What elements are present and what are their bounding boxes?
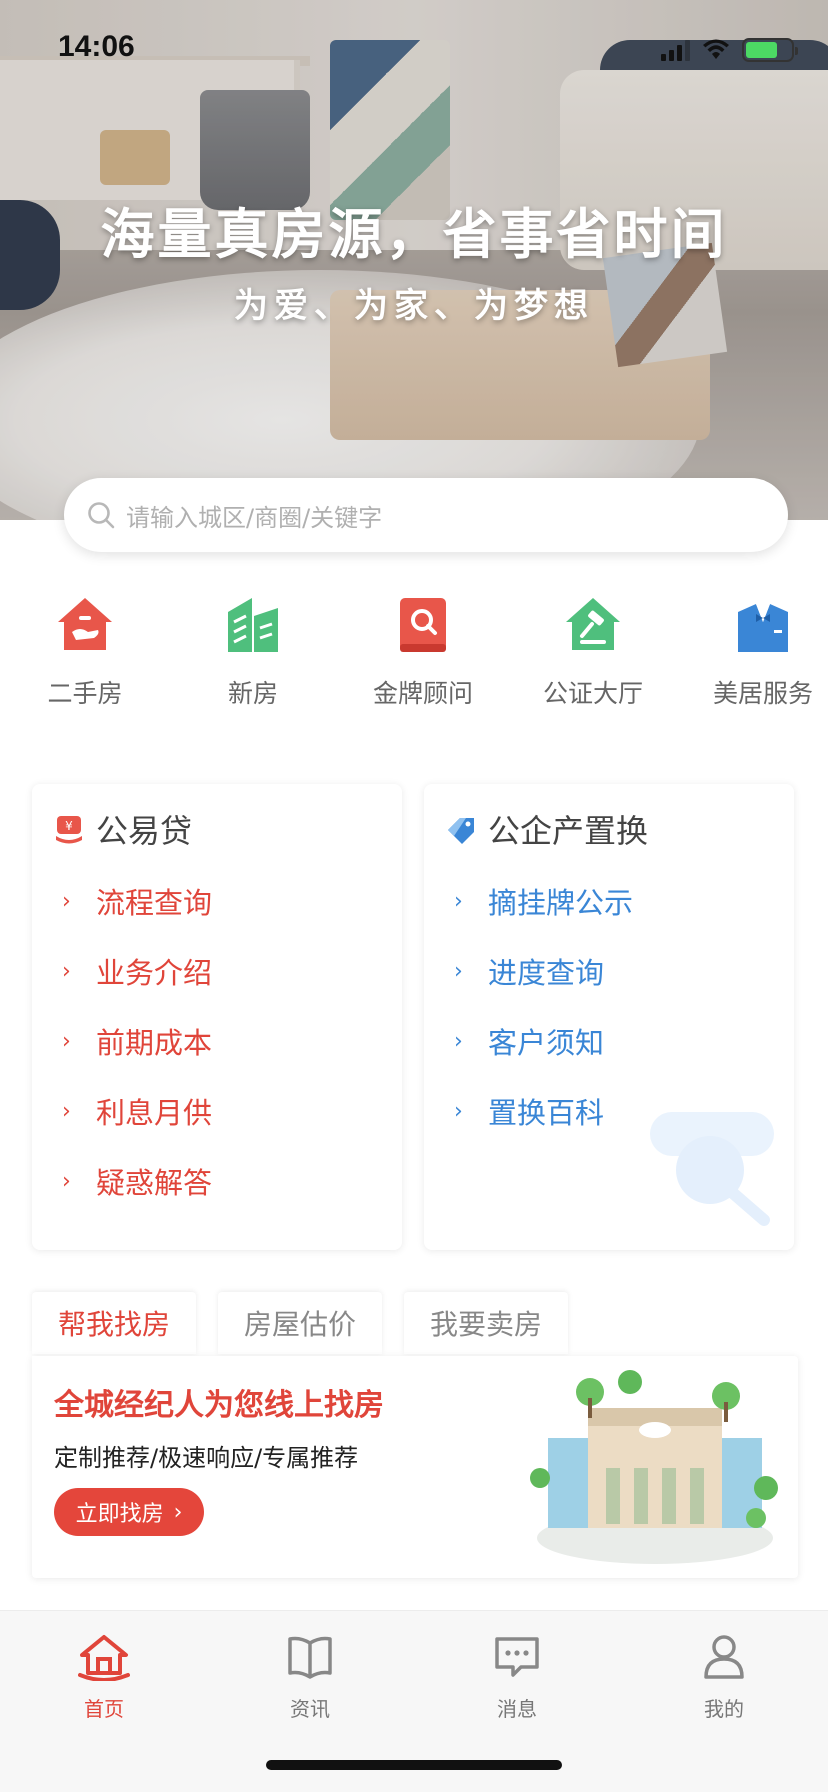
link-label: 业务介绍: [96, 956, 213, 990]
exchange-link-wiki[interactable]: › 置换百科: [454, 1076, 633, 1146]
service-tabs: 帮我找房 房屋估价 我要卖房: [32, 1292, 568, 1354]
wifi-icon: [703, 39, 729, 59]
category-label: 美居服务: [712, 679, 813, 708]
loan-link-intro[interactable]: › 业务介绍: [62, 936, 212, 1006]
book-search-icon: [400, 598, 446, 652]
loan-card-title: 公易贷: [96, 812, 193, 850]
link-label: 疑惑解答: [96, 1166, 213, 1200]
exchange-card: 公企产置换 › 摘挂牌公示 › 进度查询 › 客户须知 › 置换百科: [424, 784, 794, 1250]
chevron-right-icon: ›: [173, 1499, 183, 1525]
chevron-right-icon: ›: [62, 1028, 71, 1054]
find-now-button[interactable]: 立即找房 ›: [54, 1488, 204, 1536]
status-bar: 14:06: [0, 0, 828, 96]
link-label: 前期成本: [96, 1026, 213, 1060]
exchange-link-list: › 摘挂牌公示 › 进度查询 › 客户须知 › 置换百科: [454, 866, 633, 1146]
link-label: 利息月供: [96, 1096, 213, 1130]
exchange-card-header: 公企产置换: [446, 806, 648, 852]
loan-link-cost[interactable]: › 前期成本: [62, 1006, 212, 1076]
chevron-right-icon: ›: [454, 1028, 463, 1054]
exchange-card-title: 公企产置换: [488, 812, 649, 850]
money-hand-icon: ¥: [56, 816, 82, 844]
gavel-house-icon: [566, 598, 620, 650]
exchange-link-listing[interactable]: › 摘挂牌公示: [454, 866, 633, 936]
buildings-icon: [228, 598, 278, 652]
chevron-right-icon: ›: [62, 958, 71, 984]
link-label: 摘挂牌公示: [488, 886, 634, 920]
chevron-right-icon: ›: [454, 1098, 463, 1124]
banner-title: 海量真房源，省事省时间: [100, 203, 728, 266]
tab-valuation[interactable]: 房屋估价: [218, 1292, 382, 1354]
tab-profile[interactable]: 我的: [664, 1633, 784, 1722]
tab-profile-label: 我的: [704, 1697, 744, 1721]
building-illustration: [530, 1370, 778, 1564]
category-label: 公证大厅: [542, 679, 643, 708]
category-label: 金牌顾问: [372, 679, 473, 708]
category-second-hand[interactable]: 二手房: [0, 594, 170, 710]
message-icon: [495, 1637, 539, 1677]
category-home-service[interactable]: 美居服务: [678, 594, 828, 710]
category-nav: 二手房 新房 金牌顾问 公证大厅 美居服务: [0, 594, 828, 724]
house-hand-icon: [58, 598, 112, 650]
search-bar[interactable]: 请输入城区/商圈/关键字: [64, 478, 788, 552]
tab-news-label: 资讯: [290, 1697, 330, 1721]
link-label: 流程查询: [96, 886, 213, 920]
loan-card: ¥ 公易贷 › 流程查询 › 业务介绍 › 前期成本 › 利息月供 › 疑惑解答: [32, 784, 402, 1250]
loan-link-faq[interactable]: › 疑惑解答: [62, 1146, 212, 1216]
category-gold-advisor[interactable]: 金牌顾问: [338, 594, 508, 710]
banner-subtitle: 为爱、为家、为梦想: [234, 286, 594, 326]
category-new-house[interactable]: 新房: [168, 594, 338, 710]
tab-messages[interactable]: 消息: [457, 1633, 577, 1722]
find-now-label: 立即找房: [75, 1502, 164, 1527]
chevron-right-icon: ›: [454, 888, 463, 914]
status-time: 14:06: [58, 30, 135, 63]
battery-icon: [742, 38, 798, 62]
tab-home[interactable]: 首页: [44, 1633, 164, 1722]
loan-link-interest[interactable]: › 利息月供: [62, 1076, 212, 1146]
status-icons: [661, 36, 798, 64]
find-headline: 全城经纪人为您线上找房: [54, 1388, 384, 1423]
search-icon: [88, 502, 115, 529]
chevron-right-icon: ›: [62, 1168, 71, 1194]
loan-card-header: ¥ 公易贷: [54, 806, 192, 852]
svg-text:¥: ¥: [65, 819, 73, 833]
category-notary-hall[interactable]: 公证大厅: [508, 594, 678, 710]
loan-link-list: › 流程查询 › 业务介绍 › 前期成本 › 利息月供 › 疑惑解答: [62, 866, 212, 1216]
book-icon: [288, 1636, 332, 1679]
category-label: 新房: [227, 679, 278, 708]
category-label: 二手房: [47, 679, 123, 708]
tab-home-label: 首页: [84, 1697, 124, 1721]
find-house-panel: 全城经纪人为您线上找房 定制推荐/极速响应/专属推荐 立即找房 ›: [32, 1356, 798, 1578]
chevron-right-icon: ›: [62, 1098, 71, 1124]
suit-bowtie-icon: [738, 604, 788, 652]
exchange-link-progress[interactable]: › 进度查询: [454, 936, 633, 1006]
exchange-link-notice[interactable]: › 客户须知: [454, 1006, 633, 1076]
cellular-signal-icon: [661, 39, 690, 61]
tag-icon: [448, 818, 474, 844]
home-indicator: [266, 1760, 562, 1770]
tab-find-house[interactable]: 帮我找房: [32, 1292, 196, 1354]
search-placeholder: 请输入城区/商圈/关键字: [126, 503, 383, 532]
user-icon: [704, 1635, 744, 1679]
link-label: 客户须知: [488, 1026, 605, 1060]
find-description: 定制推荐/极速响应/专属推荐: [54, 1444, 359, 1472]
loan-link-process[interactable]: › 流程查询: [62, 866, 212, 936]
tab-sell-house[interactable]: 我要卖房: [404, 1292, 568, 1354]
link-label: 置换百科: [488, 1096, 605, 1130]
tab-messages-label: 消息: [497, 1697, 537, 1721]
link-label: 进度查询: [488, 956, 605, 990]
tab-news[interactable]: 资讯: [250, 1633, 370, 1722]
magnifier-decoration-icon: [650, 1112, 774, 1226]
home-icon: [78, 1635, 130, 1682]
chevron-right-icon: ›: [62, 888, 71, 914]
chevron-right-icon: ›: [454, 958, 463, 984]
